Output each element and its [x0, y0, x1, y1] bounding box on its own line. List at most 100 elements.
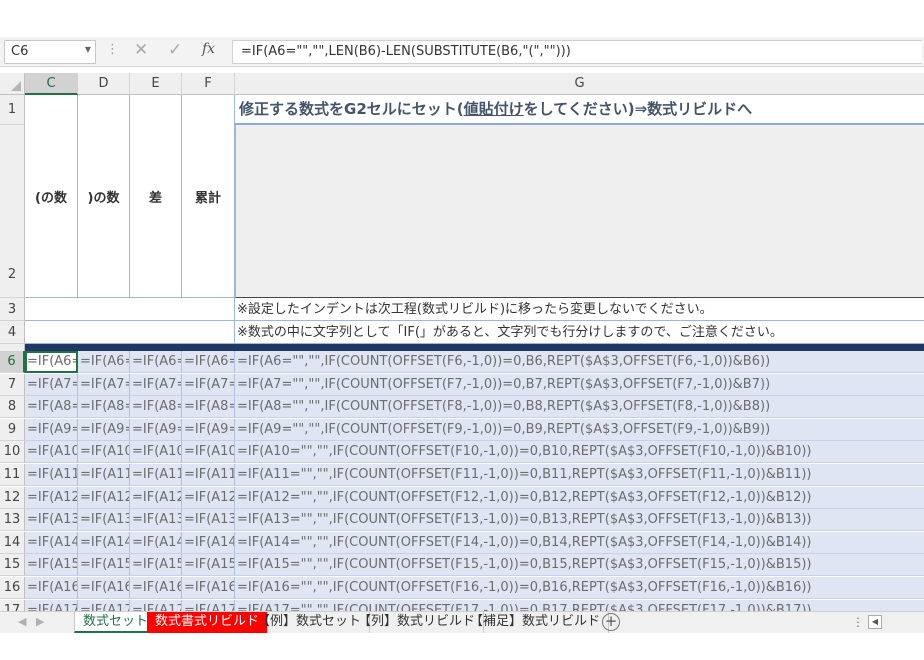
column-header-e[interactable]: E	[130, 73, 182, 95]
formula-cell-f[interactable]: =IF(A12	[182, 486, 235, 509]
column-header-f[interactable]: F	[182, 73, 235, 95]
row-header[interactable]: 12	[0, 486, 25, 509]
formula-cell-f[interactable]: =IF(A8=	[182, 396, 235, 419]
formula-cell-e[interactable]: =IF(A15	[130, 554, 182, 577]
formula-cell-e[interactable]: =IF(A9=	[130, 418, 182, 441]
formula-cell-d[interactable]: =IF(A17	[78, 599, 130, 611]
formula-cell-e[interactable]: =IF(A6=	[130, 351, 182, 373]
formula-cell-c[interactable]: =IF(A11	[25, 464, 78, 486]
more-icon[interactable]: ⋮	[106, 42, 119, 57]
name-box[interactable]: C6 ▼	[4, 40, 96, 64]
row-header-2[interactable]: 2	[0, 125, 25, 298]
formula-cell-d[interactable]: =IF(A7=	[78, 373, 130, 396]
formula-cell-g[interactable]: =IF(A17="","",IF(COUNT(OFFSET(F17,-1,0))…	[235, 599, 924, 611]
row-header-1[interactable]: 1	[0, 95, 25, 125]
formula-cell-f[interactable]: =IF(A17	[182, 599, 235, 611]
formula-cell-f[interactable]: =IF(A6=	[182, 351, 235, 373]
formula-cell-e[interactable]: =IF(A7=	[130, 373, 182, 396]
formula-cell-c[interactable]: =IF(A15	[25, 554, 78, 577]
formula-cell-g[interactable]: =IF(A6="","",IF(COUNT(OFFSET(F6,-1,0))=0…	[235, 351, 924, 373]
column-header-g[interactable]: G	[235, 73, 924, 95]
formula-cell-g[interactable]: =IF(A14="","",IF(COUNT(OFFSET(F14,-1,0))…	[235, 531, 924, 554]
formula-cell-e[interactable]: =IF(A17	[130, 599, 182, 611]
formula-cell-e[interactable]: =IF(A8=	[130, 396, 182, 419]
cancel-icon[interactable]: ✕	[134, 40, 148, 60]
formula-cell-g[interactable]: =IF(A10="","",IF(COUNT(OFFSET(F10,-1,0))…	[235, 441, 924, 464]
row-header[interactable]: 14	[0, 531, 25, 554]
formula-cell-f[interactable]: =IF(A11	[182, 464, 235, 486]
formula-input[interactable]: =IF(A6="","",LEN(B6)-LEN(SUBSTITUTE(B6,"…	[232, 40, 922, 64]
chevron-down-icon[interactable]: ▼	[85, 45, 91, 54]
formula-cell-d[interactable]: =IF(A8=	[78, 396, 130, 419]
formula-cell-g[interactable]: =IF(A12="","",IF(COUNT(OFFSET(F12,-1,0))…	[235, 486, 924, 509]
row-header[interactable]: 9	[0, 418, 25, 441]
row-header[interactable]: 13	[0, 509, 25, 532]
row-header[interactable]: 17	[0, 599, 25, 611]
blank-cell-row3[interactable]	[25, 298, 235, 321]
formula-cell-g[interactable]: =IF(A8="","",IF(COUNT(OFFSET(F8,-1,0))=0…	[235, 396, 924, 419]
tab-supplement-formula-rebuild[interactable]: 【補足】数式リビルド	[462, 612, 610, 633]
formula-cell-d[interactable]: =IF(A15	[78, 554, 130, 577]
formula-cell-c[interactable]: =IF(A14	[25, 531, 78, 554]
formula-cell-d[interactable]: =IF(A12	[78, 486, 130, 509]
add-sheet-icon[interactable]: +	[602, 613, 620, 631]
formula-cell-e[interactable]: =IF(A10	[130, 441, 182, 464]
row-header[interactable]: 7	[0, 373, 25, 396]
formula-cell-f[interactable]: =IF(A7=	[182, 373, 235, 396]
insert-function-icon[interactable]: fx	[202, 41, 215, 57]
formula-cell-c[interactable]: =IF(A10	[25, 441, 78, 464]
row-header[interactable]: 15	[0, 554, 25, 577]
row-header[interactable]: 11	[0, 464, 25, 486]
formula-cell-g[interactable]: =IF(A13="","",IF(COUNT(OFFSET(F13,-1,0))…	[235, 509, 924, 532]
formula-cell-f[interactable]: =IF(A14	[182, 531, 235, 554]
formula-cell-c[interactable]: =IF(A9=	[25, 418, 78, 441]
column-header-c[interactable]: C	[25, 73, 78, 95]
formula-cell-e[interactable]: =IF(A14	[130, 531, 182, 554]
formula-cell-d[interactable]: =IF(A14	[78, 531, 130, 554]
formula-cell-d[interactable]: =IF(A11	[78, 464, 130, 486]
formula-cell-e[interactable]: =IF(A13	[130, 509, 182, 532]
formula-cell-e[interactable]: =IF(A12	[130, 486, 182, 509]
row-header-4[interactable]: 4	[0, 321, 25, 344]
formula-cell-c[interactable]: =IF(A16	[25, 577, 78, 599]
formula-cell-c[interactable]: =IF(A6=	[25, 351, 78, 373]
tab-scroll-right-icon[interactable]: ▶	[36, 615, 44, 628]
formula-cell-g[interactable]: =IF(A16="","",IF(COUNT(OFFSET(F16,-1,0))…	[235, 577, 924, 599]
formula-cell-e[interactable]: =IF(A11	[130, 464, 182, 486]
formula-cell-d[interactable]: =IF(A16	[78, 577, 130, 599]
formula-cell-g[interactable]: =IF(A11="","",IF(COUNT(OFFSET(F11,-1,0))…	[235, 464, 924, 486]
more-icon[interactable]: ⋮	[852, 615, 864, 629]
formula-cell-d[interactable]: =IF(A13	[78, 509, 130, 532]
formula-cell-f[interactable]: =IF(A16	[182, 577, 235, 599]
tab-scroll-left-icon[interactable]: ◀	[18, 615, 26, 628]
row-header-5[interactable]	[0, 344, 25, 351]
row-header[interactable]: 16	[0, 577, 25, 599]
formula-cell-c[interactable]: =IF(A13	[25, 509, 78, 532]
select-all-button[interactable]	[0, 73, 25, 95]
formula-cell-f[interactable]: =IF(A15	[182, 554, 235, 577]
tab-formula-set[interactable]: 数式セット	[74, 612, 158, 633]
formula-cell-g[interactable]: =IF(A7="","",IF(COUNT(OFFSET(F7,-1,0))=0…	[235, 373, 924, 396]
formula-cell-d[interactable]: =IF(A9=	[78, 418, 130, 441]
formula-cell-f[interactable]: =IF(A10	[182, 441, 235, 464]
blank-cell-row4[interactable]	[25, 321, 235, 344]
check-icon[interactable]: ✓	[168, 40, 182, 60]
formula-cell-c[interactable]: =IF(A12	[25, 486, 78, 509]
formula-cell-g[interactable]: =IF(A9="","",IF(COUNT(OFFSET(F9,-1,0))=0…	[235, 418, 924, 441]
column-header-d[interactable]: D	[78, 73, 130, 95]
row-header[interactable]: 6	[0, 351, 25, 373]
formula-cell-d[interactable]: =IF(A6=	[78, 351, 130, 373]
formula-input-cell-g2[interactable]	[235, 125, 924, 298]
row-header[interactable]: 8	[0, 396, 25, 419]
row-header-3[interactable]: 3	[0, 298, 25, 321]
formula-cell-e[interactable]: =IF(A16	[130, 577, 182, 599]
formula-cell-f[interactable]: =IF(A9=	[182, 418, 235, 441]
formula-cell-d[interactable]: =IF(A10	[78, 441, 130, 464]
formula-cell-c[interactable]: =IF(A17	[25, 599, 78, 611]
row-header[interactable]: 10	[0, 441, 25, 464]
formula-cell-g[interactable]: =IF(A15="","",IF(COUNT(OFFSET(F15,-1,0))…	[235, 554, 924, 577]
formula-cell-c[interactable]: =IF(A7=	[25, 373, 78, 396]
scroll-left-icon[interactable]: ◀	[868, 615, 882, 629]
formula-cell-c[interactable]: =IF(A8=	[25, 396, 78, 419]
formula-cell-f[interactable]: =IF(A13	[182, 509, 235, 532]
